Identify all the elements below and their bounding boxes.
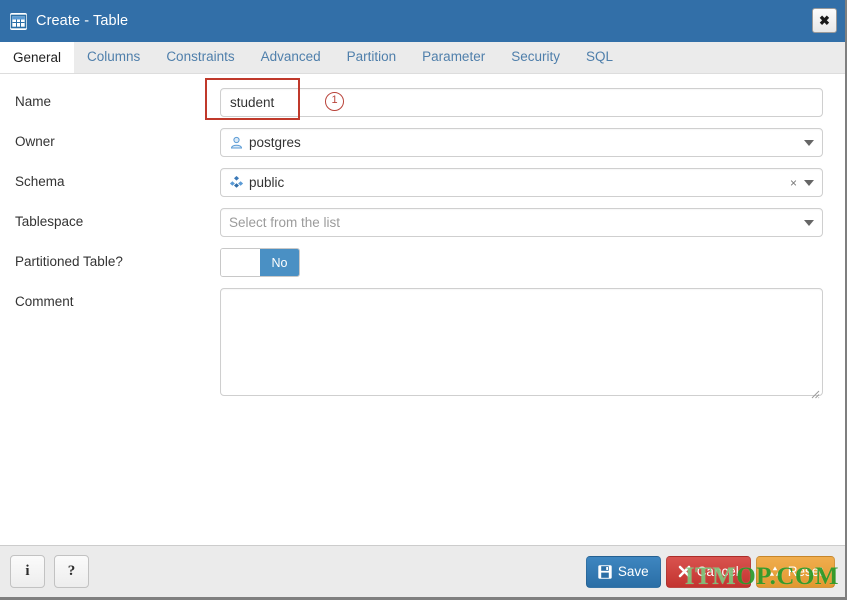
partitioned-toggle[interactable]: No xyxy=(220,248,300,277)
cancel-button-label: Cancel xyxy=(696,564,739,579)
help-button[interactable]: ? xyxy=(54,555,89,588)
table-icon xyxy=(10,12,27,30)
tab-security[interactable]: Security xyxy=(498,41,573,73)
name-input-value: student xyxy=(230,95,275,110)
dialog-title: Create - Table xyxy=(36,13,129,29)
comment-textarea[interactable] xyxy=(220,288,823,396)
field-row-partitioned: Partitioned Table? No xyxy=(15,248,823,277)
field-row-comment: Comment xyxy=(15,288,823,401)
tab-sql[interactable]: SQL xyxy=(573,41,626,73)
field-row-owner: Owner postgres xyxy=(15,128,823,157)
chevron-down-icon[interactable] xyxy=(804,179,814,186)
schema-value: public xyxy=(249,175,285,190)
save-button-label: Save xyxy=(617,564,649,579)
toggle-off-half[interactable] xyxy=(221,249,260,276)
general-tab-panel: Name student 1 Owner postgres Schema pub… xyxy=(0,74,845,545)
chevron-down-icon[interactable] xyxy=(804,219,814,226)
close-x-icon xyxy=(678,565,691,578)
tablespace-select[interactable]: Select from the list xyxy=(220,208,823,237)
reset-button-label: Reset xyxy=(787,564,823,579)
name-label: Name xyxy=(15,94,52,109)
comment-label: Comment xyxy=(15,294,74,309)
owner-label: Owner xyxy=(15,134,55,149)
tab-columns[interactable]: Columns xyxy=(74,41,153,73)
dialog-footer: i ? Save Cancel Reset ITMOP.COM xyxy=(0,545,845,597)
user-icon xyxy=(229,135,244,150)
close-icon[interactable]: ✖ xyxy=(812,8,837,33)
info-button[interactable]: i xyxy=(10,555,45,588)
partitioned-label: Partitioned Table? xyxy=(15,254,123,269)
save-button[interactable]: Save xyxy=(585,555,661,588)
tab-constraints[interactable]: Constraints xyxy=(153,41,247,73)
annotation-marker-1: 1 xyxy=(325,92,344,111)
field-row-schema: Schema public × xyxy=(15,168,823,197)
tab-partition[interactable]: Partition xyxy=(334,41,410,73)
field-row-name: Name student 1 xyxy=(15,78,823,120)
owner-value: postgres xyxy=(249,135,301,150)
tablespace-label: Tablespace xyxy=(15,214,84,229)
dialog-titlebar: Create - Table ✖ xyxy=(0,0,845,42)
tablespace-placeholder: Select from the list xyxy=(229,215,341,230)
schema-select[interactable]: public × xyxy=(220,168,823,197)
reset-button[interactable]: Reset xyxy=(755,555,835,588)
tab-general[interactable]: General xyxy=(0,41,75,73)
chevron-down-icon[interactable] xyxy=(804,139,814,146)
save-icon xyxy=(598,564,612,579)
create-table-dialog: Create - Table ✖ General Columns Constra… xyxy=(0,0,847,600)
name-input[interactable]: student xyxy=(220,88,823,117)
recycle-icon xyxy=(768,565,782,579)
owner-select[interactable]: postgres xyxy=(220,128,823,157)
field-row-tablespace: Tablespace Select from the list xyxy=(15,208,823,237)
schema-icon xyxy=(229,175,244,190)
cancel-button[interactable]: Cancel xyxy=(665,555,751,588)
tab-advanced[interactable]: Advanced xyxy=(248,41,334,73)
tab-parameter[interactable]: Parameter xyxy=(409,41,498,73)
tab-bar: General Columns Constraints Advanced Par… xyxy=(0,41,845,74)
toggle-value[interactable]: No xyxy=(260,249,299,276)
clear-icon[interactable]: × xyxy=(790,176,797,190)
schema-label: Schema xyxy=(15,174,65,189)
